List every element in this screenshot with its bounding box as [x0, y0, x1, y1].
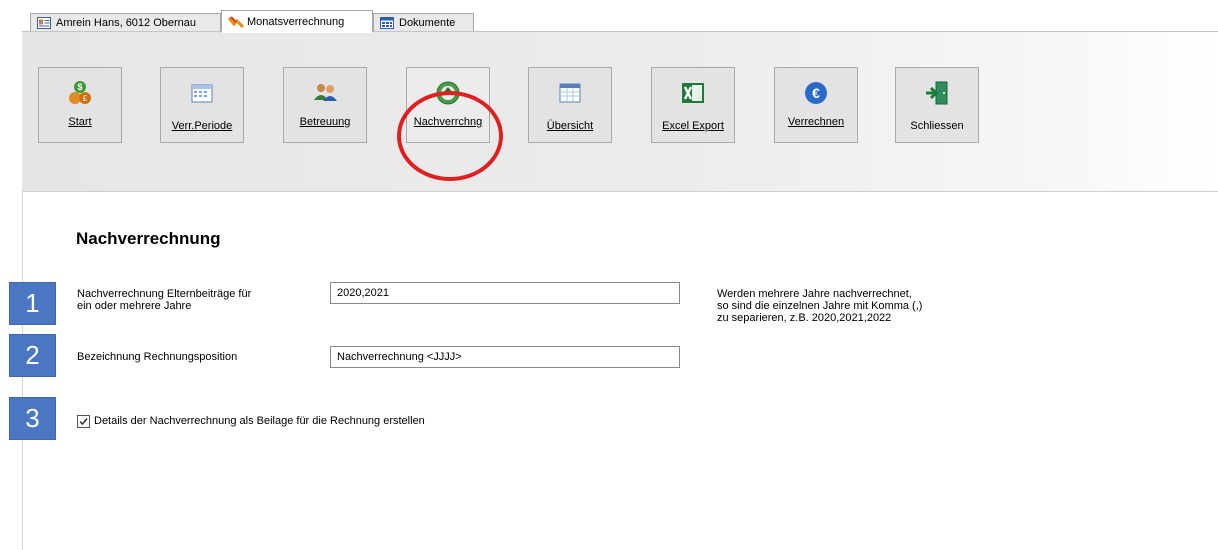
step-badge-1: 1 [9, 282, 56, 325]
schliessen-button-label: Schliessen [910, 120, 964, 132]
years-label: Nachverrechnung Elternbeiträge für ein o… [77, 288, 251, 312]
people-icon [312, 80, 338, 106]
refresh-icon [435, 80, 461, 106]
euro-icon: € [803, 80, 829, 106]
verr-periode-button[interactable]: Verr.Periode [160, 67, 244, 143]
calendar-icon [189, 80, 215, 106]
hint-line1: Werden mehrere Jahre nachverrechnet, [717, 288, 912, 300]
position-label: Bezeichnung Rechnungsposition [77, 351, 238, 363]
step-badge-2: 2 [9, 334, 56, 377]
start-button-label: Start [68, 116, 92, 128]
nachverrechnung-button[interactable]: Nachverrchng [406, 67, 490, 143]
page-title: Nachverrechnung [76, 229, 221, 248]
svg-text:£: £ [83, 94, 88, 103]
hint-line3: zu separieren, z.B. 2020,2021,2022 [717, 312, 892, 324]
tab-monatsverrechnung-label: Monatsverrechnung [247, 15, 345, 28]
details-checkbox[interactable] [77, 415, 90, 428]
hint-line2: so sind die einzelnen Jahre mit Komma (,… [717, 300, 923, 312]
years-label-line1: Nachverrechnung Elternbeiträge für [77, 288, 252, 300]
step-badge-3: 3 [9, 397, 56, 440]
details-checkbox-label[interactable]: Details der Nachverrechnung als Beilage … [94, 415, 425, 427]
excel-export-button-label: Excel Export [662, 120, 724, 132]
betreuung-button[interactable]: Betreuung [283, 67, 367, 143]
money-bags-icon: $ £ [67, 80, 93, 106]
betreuung-button-label: Betreuung [299, 116, 351, 128]
tab-monatsverrechnung[interactable]: Monatsverrechnung [221, 10, 373, 33]
tab-dokumente[interactable]: Dokumente [373, 13, 474, 33]
svg-text:$: $ [77, 82, 82, 92]
verrechnen-button-label: Verrechnen [787, 116, 845, 128]
verr-periode-button-label: Verr.Periode [171, 120, 233, 132]
contact-card-icon [37, 17, 51, 29]
uebersicht-button[interactable]: Übersicht [528, 67, 612, 143]
schliessen-button[interactable]: Schliessen [895, 67, 979, 143]
excel-export-button[interactable]: Excel Export [651, 67, 735, 143]
nachverrechnung-button-label: Nachverrchng [413, 116, 483, 128]
verrechnen-button[interactable]: € Verrechnen [774, 67, 858, 143]
tab-dokumente-label: Dokumente [399, 17, 456, 29]
exit-door-icon [924, 80, 950, 106]
start-button[interactable]: $ £ Start [38, 67, 122, 143]
grid-icon [380, 17, 394, 29]
pen-icon [227, 15, 245, 28]
svg-text:€: € [812, 85, 820, 101]
years-label-line2: ein oder mehrere Jahre [77, 300, 192, 312]
years-hint: Werden mehrere Jahre nachverrechnet, so … [717, 288, 922, 324]
checkmark-icon [79, 418, 88, 426]
table-icon [557, 80, 583, 106]
uebersicht-button-label: Übersicht [546, 120, 594, 132]
tab-customer[interactable]: Amrein Hans, 6012 Obernau [30, 13, 221, 33]
tab-bar: Amrein Hans, 6012 Obernau Monatsverrechn… [0, 0, 1218, 33]
position-input[interactable] [330, 346, 680, 368]
years-input[interactable] [330, 282, 680, 304]
tab-customer-label: Amrein Hans, 6012 Obernau [56, 17, 197, 29]
excel-icon [680, 80, 706, 106]
